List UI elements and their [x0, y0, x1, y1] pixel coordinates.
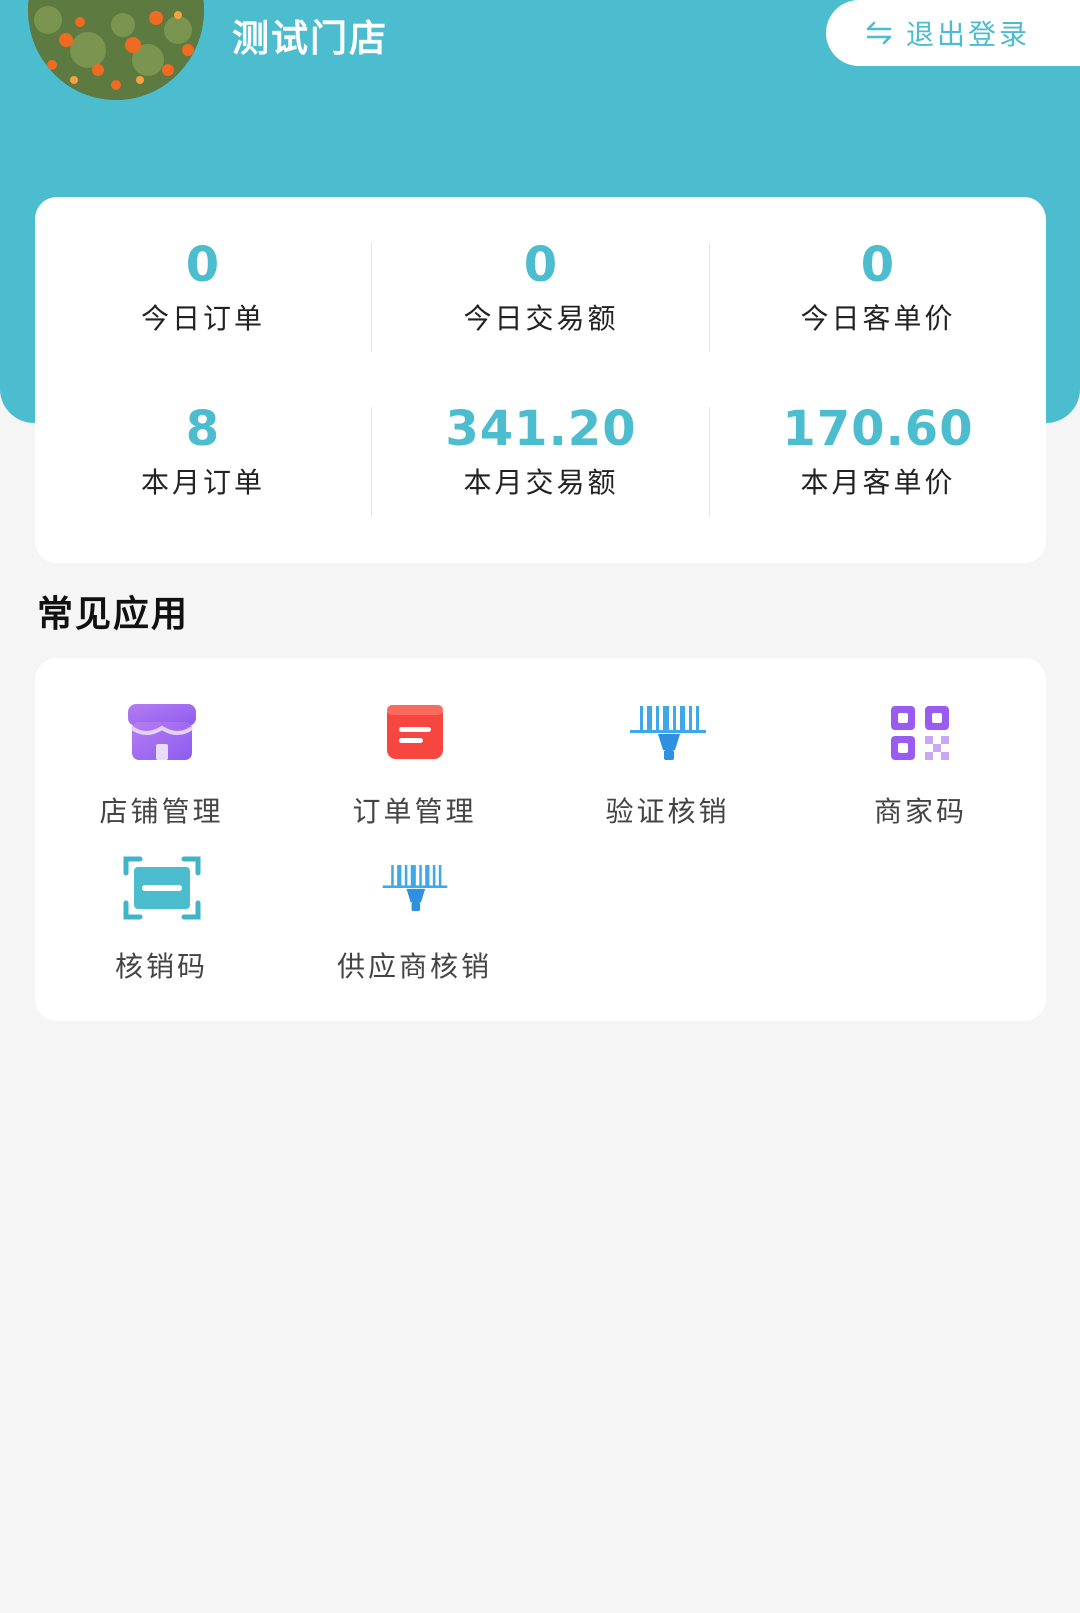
stat-label: 今日交易额: [463, 302, 619, 335]
logout-label: 退出登录: [906, 18, 1031, 51]
apps-card: 店铺管理 订单管理 验证核销 商家码 核销码 供应商核销: [35, 658, 1046, 1021]
store-icon: [127, 704, 196, 760]
section-title: 常见应用: [37, 594, 190, 635]
app-label: 验证核销: [605, 795, 730, 828]
app-redeem-code[interactable]: 核销码: [35, 853, 288, 985]
order-icon: [386, 705, 443, 759]
app-label: 订单管理: [352, 795, 477, 828]
swap-arrows-icon: [866, 21, 892, 45]
app-label: 店铺管理: [99, 795, 224, 828]
qr-code-icon: [890, 706, 949, 760]
app-label: 商家码: [873, 795, 967, 828]
stat-value: 0: [523, 237, 559, 293]
stat-value: 0: [860, 237, 896, 293]
scan-frame-icon: [123, 856, 200, 920]
app-label: 核销码: [114, 950, 208, 983]
barcode-scanner-icon: [629, 706, 706, 760]
app-supplier-redeem[interactable]: 供应商核销: [288, 853, 541, 985]
stat-label: 本月订单: [140, 466, 265, 499]
stat-value: 341.20: [445, 401, 637, 457]
stat-label: 本月客单价: [800, 466, 956, 499]
divider: [709, 407, 710, 517]
divider: [371, 407, 372, 517]
app-order-management[interactable]: 订单管理: [288, 698, 541, 830]
stats-card: 0 今日订单 0 今日交易额 0 今日客单价 8 本月订单 341.20 本月交…: [35, 197, 1046, 563]
stat-value: 0: [185, 237, 221, 293]
logout-button[interactable]: 退出登录: [826, 0, 1080, 66]
app-store-management[interactable]: 店铺管理: [35, 698, 288, 830]
app-label: 供应商核销: [336, 950, 492, 983]
stat-today-orders[interactable]: 0 今日订单: [35, 237, 371, 339]
stat-month-orders[interactable]: 8 本月订单: [35, 401, 371, 503]
barcode-scanner-icon: [382, 865, 447, 911]
app-merchant-code[interactable]: 商家码: [794, 698, 1047, 830]
app-verify-redeem[interactable]: 验证核销: [541, 698, 794, 830]
stat-month-amount[interactable]: 341.20 本月交易额: [373, 401, 709, 503]
divider: [371, 242, 372, 352]
stat-month-avg-price[interactable]: 170.60 本月客单价: [710, 401, 1046, 503]
stat-today-avg-price[interactable]: 0 今日客单价: [710, 237, 1046, 339]
divider: [709, 242, 710, 352]
stat-label: 今日客单价: [800, 302, 956, 335]
stat-value: 170.60: [782, 401, 974, 457]
stat-label: 今日订单: [140, 302, 265, 335]
stat-label: 本月交易额: [463, 466, 619, 499]
stat-today-amount[interactable]: 0 今日交易额: [373, 237, 709, 339]
store-name: 测试门店: [232, 17, 388, 60]
stat-value: 8: [185, 401, 221, 457]
